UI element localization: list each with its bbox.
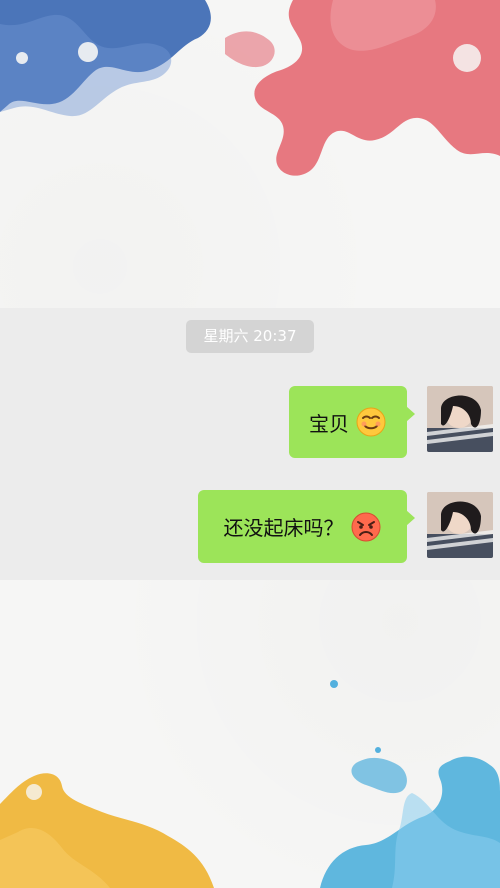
message-timestamp: 星期六 20:37 — [186, 320, 314, 353]
blue-watercolor-splash — [0, 0, 211, 117]
smug-face-icon — [356, 407, 386, 437]
angry-face-icon — [351, 512, 380, 541]
message-row: 还没起床吗？ — [0, 490, 500, 564]
message-text: 还没起床吗？ — [223, 516, 344, 540]
message-row: 宝贝 — [0, 384, 500, 458]
message-text: 宝贝 — [309, 411, 349, 436]
yellow-watercolor-splash — [0, 773, 214, 888]
avatar[interactable] — [427, 386, 493, 452]
avatar[interactable] — [427, 492, 493, 558]
pink-watercolor-splash — [225, 0, 500, 176]
message-bubble[interactable]: 还没起床吗？ — [198, 490, 415, 563]
lightblue-watercolor-splash — [320, 680, 500, 888]
message-bubble[interactable]: 宝贝 — [289, 386, 415, 458]
